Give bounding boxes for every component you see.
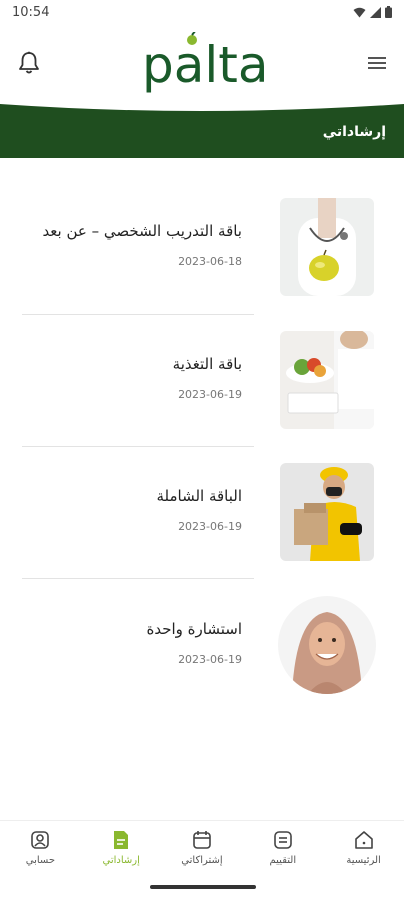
item-thumbnail-woman <box>278 596 376 694</box>
nav-label: إشتراكاتي <box>181 855 223 866</box>
item-thumbnail-delivery <box>280 463 374 561</box>
nav-label: التقييم <box>269 855 297 866</box>
app-header: palta <box>0 26 404 102</box>
item-date: 2023-06-18 <box>178 255 242 268</box>
assessment-icon <box>273 831 292 849</box>
nav-item-subscriptions[interactable]: إشتراكاتي <box>162 821 243 876</box>
battery-icon <box>385 6 392 18</box>
nav-label: الرئيسية <box>346 855 381 866</box>
item-title: استشارة واحدة <box>146 620 242 638</box>
bottom-navigation: الرئيسية التقييم إشتراكاتي إرشاداتي حساب… <box>0 820 404 876</box>
menu-button[interactable] <box>366 54 388 72</box>
list-item[interactable]: الباقة الشاملة 2023-06-19 <box>20 445 384 565</box>
notifications-button[interactable] <box>16 50 42 76</box>
section-title: إرشاداتي <box>322 124 386 140</box>
status-bar: 10:54 <box>0 0 404 26</box>
list-item[interactable]: باقة التغذية 2023-06-19 <box>20 313 384 433</box>
item-date: 2023-06-19 <box>178 388 242 401</box>
status-icons <box>353 6 392 18</box>
status-time: 10:54 <box>12 5 50 20</box>
nav-label: حسابي <box>25 855 56 866</box>
wifi-icon <box>353 7 366 17</box>
profile-icon <box>31 831 50 849</box>
item-title: باقة التغذية <box>172 355 242 373</box>
nav-item-assessment[interactable]: التقييم <box>242 821 323 876</box>
list-item[interactable]: استشارة واحدة 2023-06-19 <box>20 578 384 698</box>
nav-label: إرشاداتي <box>102 855 140 866</box>
nav-item-home[interactable]: الرئيسية <box>323 821 404 876</box>
item-thumbnail-nutrition <box>280 331 374 429</box>
item-thumbnail-doctor <box>280 198 374 296</box>
item-date: 2023-06-19 <box>178 520 242 533</box>
list-item[interactable]: باقة التدريب الشخصي – عن بعد 2023-06-18 <box>20 180 384 300</box>
item-title: الباقة الشاملة <box>156 487 242 505</box>
home-indicator <box>150 885 256 889</box>
home-icon <box>354 831 373 849</box>
palta-logo: palta <box>142 29 269 96</box>
hamburger-icon <box>368 57 386 69</box>
logo-text: palta <box>142 36 264 94</box>
bell-icon <box>19 51 39 74</box>
item-date: 2023-06-19 <box>178 653 242 666</box>
nav-item-guidance[interactable]: إرشاداتي <box>81 821 162 876</box>
document-icon <box>114 831 129 849</box>
signal-icon <box>370 6 381 18</box>
calendar-icon <box>193 831 211 849</box>
item-title: باقة التدريب الشخصي – عن بعد <box>42 222 242 240</box>
nav-item-account[interactable]: حسابي <box>0 821 81 876</box>
